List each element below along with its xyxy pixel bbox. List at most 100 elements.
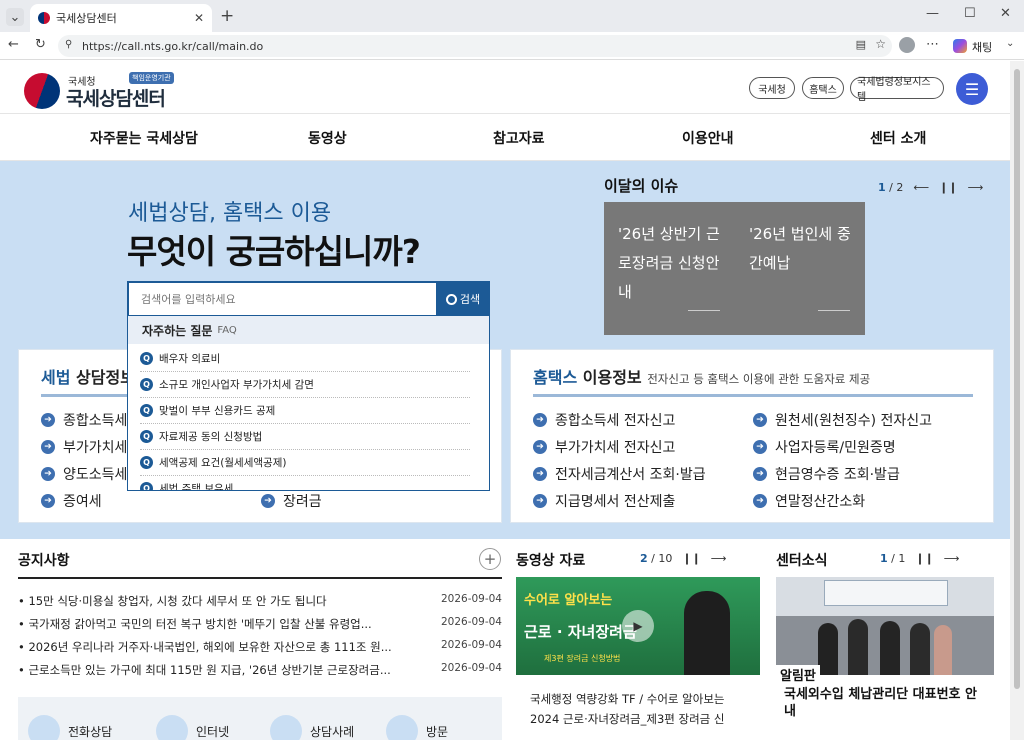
sign-language-presenter	[684, 591, 730, 675]
more-plus-icon[interactable]: +	[479, 548, 501, 570]
tax-link[interactable]: ➔ 종합소득세	[41, 410, 127, 430]
phone-icon	[28, 715, 60, 740]
copilot-icon[interactable]	[953, 39, 967, 53]
notice-item[interactable]: • 2026년 우리나라 거주자·내국법인, 해외에 보유한 자산으로 총 11…	[18, 639, 502, 655]
issue-page-total: / 2	[889, 181, 904, 194]
notice-item[interactable]: • 국가재정 갉아먹고 국민의 터전 복구 방치한 '메뚜기 입찰 산불 유령업…	[18, 616, 502, 632]
issue-item-1[interactable]: '26년 상반기 근로장려금 신청안내	[618, 220, 728, 307]
news-photo[interactable]	[776, 577, 994, 675]
scrollbar-thumb[interactable]	[1014, 69, 1020, 689]
issue-item-2[interactable]: '26년 법인세 중간예납	[749, 220, 854, 278]
search-box: 검색	[127, 281, 490, 317]
chevron-down-icon[interactable]: ⌄	[1006, 38, 1014, 49]
more-menu-icon[interactable]: ⋯	[926, 37, 939, 52]
quick-visit[interactable]: 방문	[386, 715, 448, 740]
tax-link[interactable]: ➔ 부가가치세	[41, 437, 127, 457]
video-thumbnail[interactable]: 수어로 알아보는 근로 · 자녀장려금 제3편 장려금 신청방법 ▶	[516, 577, 760, 675]
quick-internet[interactable]: 인터넷	[156, 715, 229, 740]
hometax-link[interactable]: ➔ 지급명세서 전산제출	[533, 491, 675, 511]
nav-about[interactable]: 센터 소개	[870, 128, 926, 148]
favorite-star-icon[interactable]: ☆	[875, 37, 886, 51]
close-window-icon[interactable]: ✕	[1000, 6, 1011, 21]
hometax-link[interactable]: ➔ 종합소득세 전자신고	[533, 410, 675, 430]
nts-logo-icon[interactable]	[24, 73, 60, 109]
faq-item[interactable]: Q 자료제공 동의 신청방법	[140, 424, 470, 450]
issue-arrow-1	[688, 310, 720, 311]
reload-icon[interactable]: ↻	[35, 37, 46, 52]
tax-link[interactable]: ➔ 장려금	[261, 491, 322, 511]
pause-icon[interactable]: ❙❙	[915, 552, 933, 565]
new-tab-icon[interactable]: +	[220, 6, 234, 26]
profile-avatar[interactable]	[899, 37, 915, 53]
issue-page-current: 1	[878, 181, 886, 194]
next-arrow-icon[interactable]: ⟶	[711, 552, 727, 565]
faq-dropdown: 자주하는 질문 FAQ Q 배우자 의료비 Q 소규모 개인사업자 부가가치세 감면…	[127, 316, 490, 491]
scrollbar[interactable]	[1010, 61, 1024, 740]
faq-item[interactable]: Q 맞벌이 부부 신용카드 공제	[140, 398, 470, 424]
thumb-line2: 근로 · 자녀장려금	[524, 623, 637, 641]
person	[848, 619, 868, 675]
nav-guide[interactable]: 이용안내	[682, 128, 734, 148]
arrow-circle-icon: ➔	[533, 467, 547, 481]
url-field[interactable]: ⚲ https://call.nts.go.kr/call/main.do ▤ …	[58, 35, 892, 57]
hometax-link[interactable]: ➔ 사업자등록/민원증명	[753, 437, 896, 457]
nav-reference[interactable]: 참고자료	[493, 128, 545, 148]
faq-item[interactable]: Q 소규모 개인사업자 부가가치세 감면	[140, 372, 470, 398]
building-icon	[386, 715, 418, 740]
quick-cases[interactable]: 상담사례	[270, 715, 354, 740]
center-news-title[interactable]: 센터소식	[776, 550, 828, 570]
notice-item[interactable]: • 근로소득만 있는 가구에 최대 115만 원 지급, '26년 상반기분 근…	[18, 662, 502, 678]
pause-icon[interactable]: ❙❙	[682, 552, 700, 565]
quick-phone[interactable]: 전화상담	[28, 715, 112, 740]
back-icon[interactable]: ←	[8, 37, 19, 52]
video-caption[interactable]: 국세행정 역량강화 TF / 수어로 알아보는 2024 근로·자녀장려금_제3…	[530, 689, 750, 729]
search-button[interactable]: 검색	[436, 281, 490, 317]
issue-card[interactable]: '26년 상반기 근로장려금 신청안내 '26년 법인세 중간예납	[604, 202, 865, 335]
search-input[interactable]	[129, 283, 434, 315]
hometax-link[interactable]: ➔ 전자세금계산서 조회·발급	[533, 464, 706, 484]
link-nts[interactable]: 국세청	[749, 77, 795, 99]
divider	[533, 394, 973, 397]
hometax-link[interactable]: ➔ 부가가치세 전자신고	[533, 437, 675, 457]
tab-list-icon[interactable]: ⌄	[6, 8, 24, 26]
hamburger-menu-icon[interactable]: ☰	[956, 73, 988, 105]
reader-icon[interactable]: ▤	[856, 38, 866, 51]
notice-title[interactable]: 공지사항	[18, 550, 70, 570]
close-tab-icon[interactable]: ✕	[194, 11, 204, 25]
q-icon: Q	[140, 456, 153, 469]
issue-pager: 1 / 2 ⟵ ❙❙ ⟶	[878, 181, 983, 194]
q-icon: Q	[140, 378, 153, 391]
tax-link[interactable]: ➔ 양도소득세	[41, 464, 127, 484]
hometax-link[interactable]: ➔ 연말정산간소화	[753, 491, 865, 511]
next-arrow-icon[interactable]: ⟶	[944, 552, 960, 565]
prev-arrow-icon[interactable]: ⟵	[913, 181, 929, 194]
pause-icon[interactable]: ❙❙	[939, 181, 957, 194]
news-caption[interactable]: 국세외수입 체납관리단 대표번호 안내	[784, 686, 984, 720]
link-hometax[interactable]: 홈택스	[802, 77, 844, 99]
arrow-circle-icon: ➔	[41, 440, 55, 454]
monitor-icon	[156, 715, 188, 740]
maximize-icon[interactable]: ☐	[964, 6, 976, 21]
news-pager: 1 / 1 ❙❙ ⟶	[880, 552, 960, 565]
nav-faq[interactable]: 자주묻는 국세상담	[90, 128, 198, 148]
next-arrow-icon[interactable]: ⟶	[968, 181, 984, 194]
favicon-icon	[38, 12, 50, 24]
link-law-system[interactable]: 국세법령정보시스템	[850, 77, 944, 103]
hometax-link[interactable]: ➔ 현금영수증 조회·발급	[753, 464, 900, 484]
faq-item[interactable]: Q 세법 주택 보유세	[140, 476, 470, 490]
minimize-icon[interactable]: —	[926, 6, 939, 21]
hometax-link[interactable]: ➔ 원천세(원천징수) 전자신고	[753, 410, 932, 430]
play-icon[interactable]: ▶	[622, 610, 654, 642]
hero-section: 세법상담, 홈택스 이용 무엇이 궁금하십니까? 이달의 이슈 1 / 2 ⟵ …	[0, 161, 1010, 539]
browser-tab[interactable]: 국세상담센터 ✕	[30, 4, 212, 32]
site-info-icon[interactable]: ⚲	[65, 39, 72, 50]
faq-item[interactable]: Q 세액공제 요건(월세세액공제)	[140, 450, 470, 476]
chat-label[interactable]: 채팅	[972, 39, 992, 55]
notice-item[interactable]: • 15만 식당·미용실 창업자, 시청 갔다 세무서 또 안 가도 됩니다 20…	[18, 593, 502, 609]
video-title[interactable]: 동영상 자료	[516, 550, 585, 570]
tax-link[interactable]: ➔ 증여세	[41, 491, 102, 511]
quick-links-bar: 전화상담 인터넷 상담사례 방문	[18, 697, 502, 740]
nav-video[interactable]: 동영상	[308, 128, 347, 148]
faq-item[interactable]: Q 배우자 의료비	[140, 346, 470, 372]
logo-main-text[interactable]: 국세상담센터	[66, 84, 166, 111]
